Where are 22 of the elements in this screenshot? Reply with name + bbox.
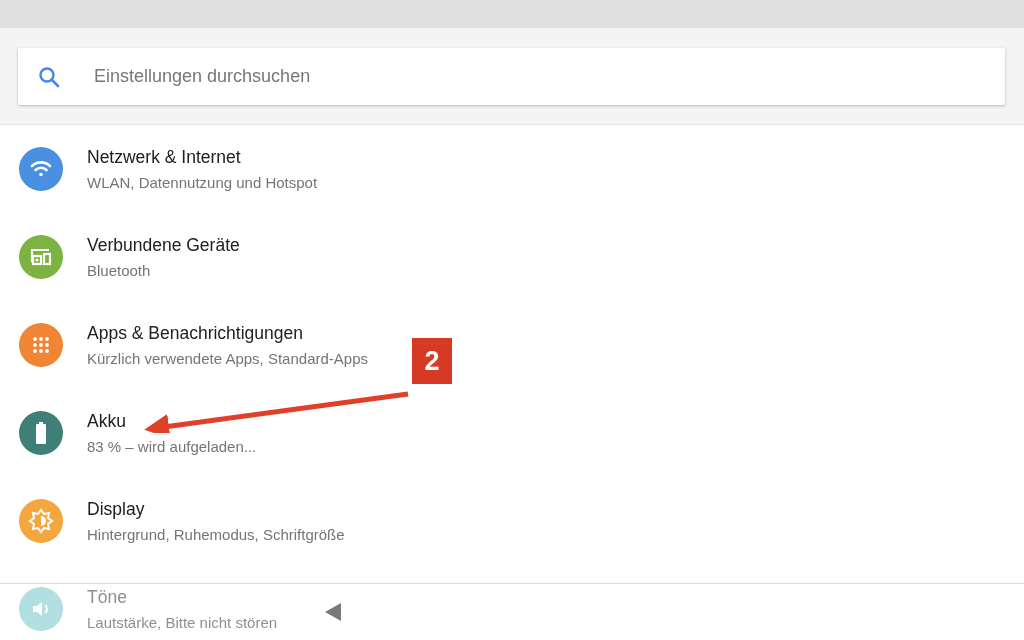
settings-item[interactable]: Display Hintergrund, Ruhemodus, Schriftgröße (0, 477, 345, 565)
item-title: Töne (87, 587, 128, 608)
settings-item[interactable]: Verbundene Geräte Bluetooth (0, 213, 240, 301)
item-subtitle: Lautstärke, Bitte nicht stören (87, 614, 278, 631)
search-bar[interactable]: Einstellungen durchsuchen (18, 48, 1005, 105)
search-field[interactable]: Einstellungen durchsuchen (92, 65, 1005, 88)
item-title: Akku (87, 411, 127, 432)
settings-item[interactable]: Apps & Benachrichtigungen Kürzlich verwendete Apps, Standard-Apps (0, 301, 368, 389)
item-subtitle: 83 % – wird aufgeladen... (87, 438, 257, 455)
item-title: Display (87, 499, 146, 520)
search-icon (38, 65, 60, 88)
item-subtitle: Hintergrund, Ruhemodus, Schriftgröße (87, 526, 345, 543)
settings-item[interactable]: Netzwerk & Internet WLAN, Datennutzung und Hotspot (0, 125, 318, 213)
settings-item[interactable]: Akku 83 % – wird aufgeladen... (0, 389, 257, 477)
item-subtitle: WLAN, Datennutzung und Hotspot (87, 174, 318, 191)
item-title: Apps & Benachrichtigungen (87, 323, 304, 344)
item-subtitle: Kürzlich verwendete Apps, Standard-Apps (87, 350, 368, 367)
item-title: Verbundene Geräte (87, 235, 240, 256)
item-subtitle: Bluetooth (87, 262, 152, 279)
item-title: Netzwerk & Internet (87, 147, 242, 168)
back-button[interactable] (324, 602, 342, 622)
step-number: 2 (412, 338, 452, 384)
